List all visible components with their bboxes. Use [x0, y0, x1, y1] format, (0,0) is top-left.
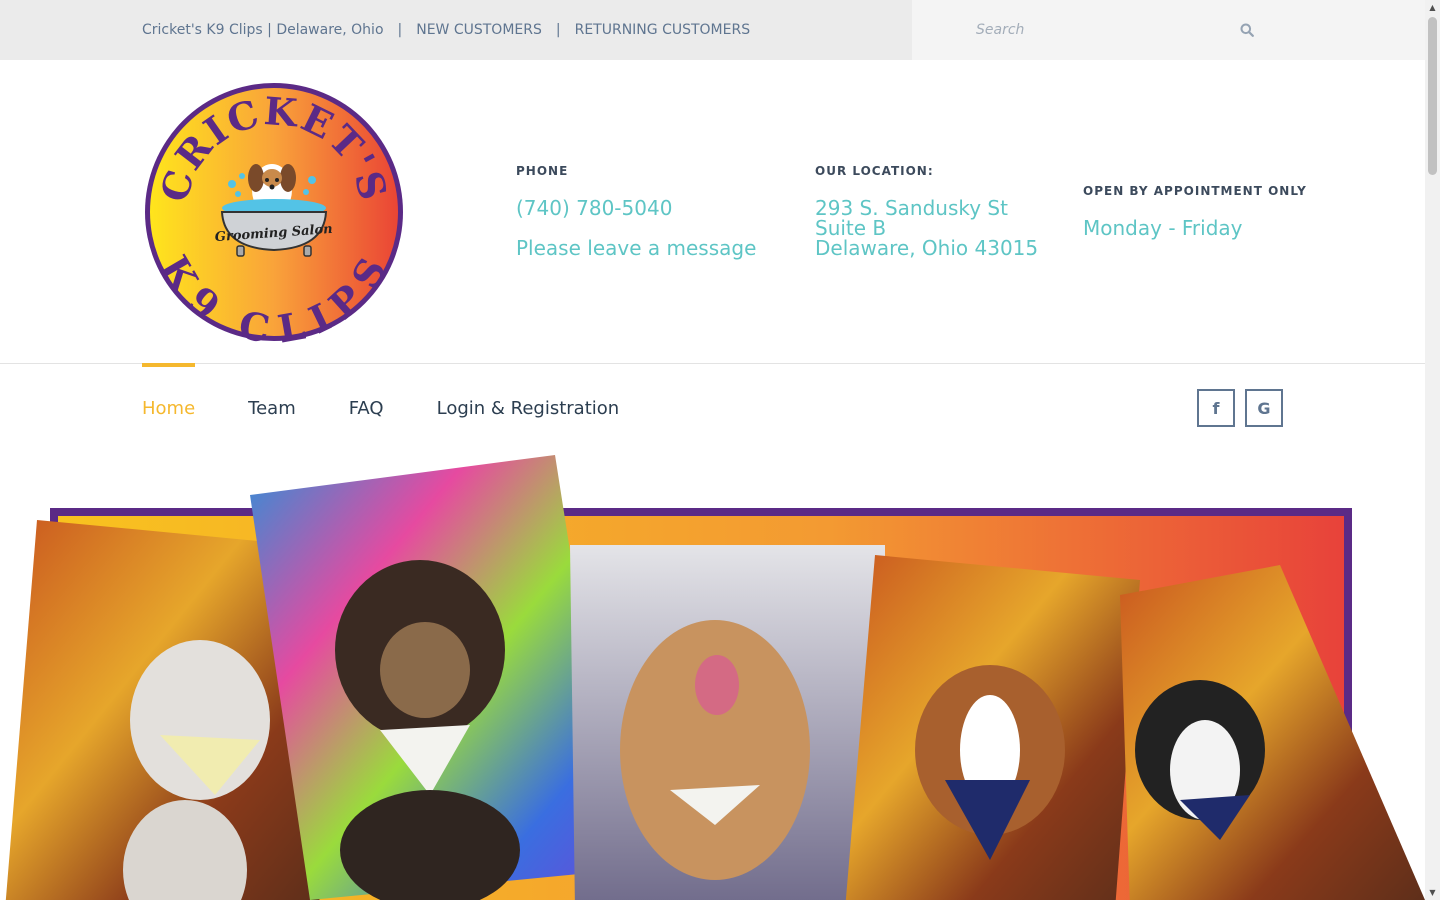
location-label: OUR LOCATION:	[815, 164, 934, 178]
new-customers-link[interactable]: NEW CUSTOMERS	[416, 22, 542, 38]
hours-label: OPEN BY APPOINTMENT ONLY	[1083, 184, 1307, 198]
nav-item-login-registration[interactable]: Login & Registration	[437, 363, 620, 453]
search-button[interactable]	[1237, 20, 1257, 40]
top-links: Cricket's K9 Clips | Delaware, Ohio | NE…	[142, 20, 750, 40]
top-separator: |	[397, 22, 403, 38]
phone-block: PHONE (740) 780-5040 Please leave a mess…	[516, 164, 756, 258]
hero-banner	[0, 450, 1425, 900]
hours-value: Monday - Friday	[1083, 216, 1243, 240]
address-line: Suite B	[815, 216, 887, 240]
main-nav: Home Team FAQ Login & Registration	[142, 363, 672, 453]
top-separator: |	[555, 22, 561, 38]
google-icon: G	[1257, 398, 1271, 418]
phone-label: PHONE	[516, 164, 569, 178]
site-location-label: Cricket's K9 Clips | Delaware, Ohio	[142, 22, 384, 38]
nav-item-faq[interactable]: FAQ	[349, 363, 384, 453]
search-icon	[1240, 23, 1254, 37]
hours-block: OPEN BY APPOINTMENT ONLY Monday - Friday	[1083, 184, 1307, 238]
phone-note: Please leave a message	[516, 236, 757, 260]
nav-item-team[interactable]: Team	[248, 363, 296, 453]
address-line: Delaware, Ohio 43015	[815, 236, 1039, 260]
vertical-scrollbar[interactable]: ▲ ▼	[1425, 0, 1440, 900]
page: Cricket's K9 Clips | Delaware, Ohio | NE…	[0, 0, 1425, 900]
scroll-down-arrow-icon[interactable]: ▼	[1425, 885, 1440, 900]
site-logo[interactable]: CRICKET'S K9 CLIPS Grooming Salon	[142, 80, 406, 352]
logo-graphic: CRICKET'S K9 CLIPS Grooming Salon	[145, 83, 403, 352]
address: 293 S. Sandusky St Suite B Delaware, Ohi…	[815, 198, 1038, 258]
location-block: OUR LOCATION: 293 S. Sandusky St Suite B…	[815, 164, 1038, 258]
nav-item-home[interactable]: Home	[142, 363, 196, 453]
returning-customers-link[interactable]: RETURNING CUSTOMERS	[575, 22, 751, 38]
google-button[interactable]: G	[1245, 389, 1283, 427]
scroll-thumb[interactable]	[1428, 17, 1437, 175]
facebook-button[interactable]: f	[1197, 389, 1235, 427]
phone-number[interactable]: (740) 780-5040	[516, 198, 756, 218]
facebook-icon: f	[1212, 398, 1220, 418]
dog-photo-collage	[5, 455, 1425, 900]
address-line: 293 S. Sandusky St	[815, 196, 1008, 220]
scroll-up-arrow-icon[interactable]: ▲	[1425, 0, 1440, 15]
search-input[interactable]	[966, 15, 1216, 45]
